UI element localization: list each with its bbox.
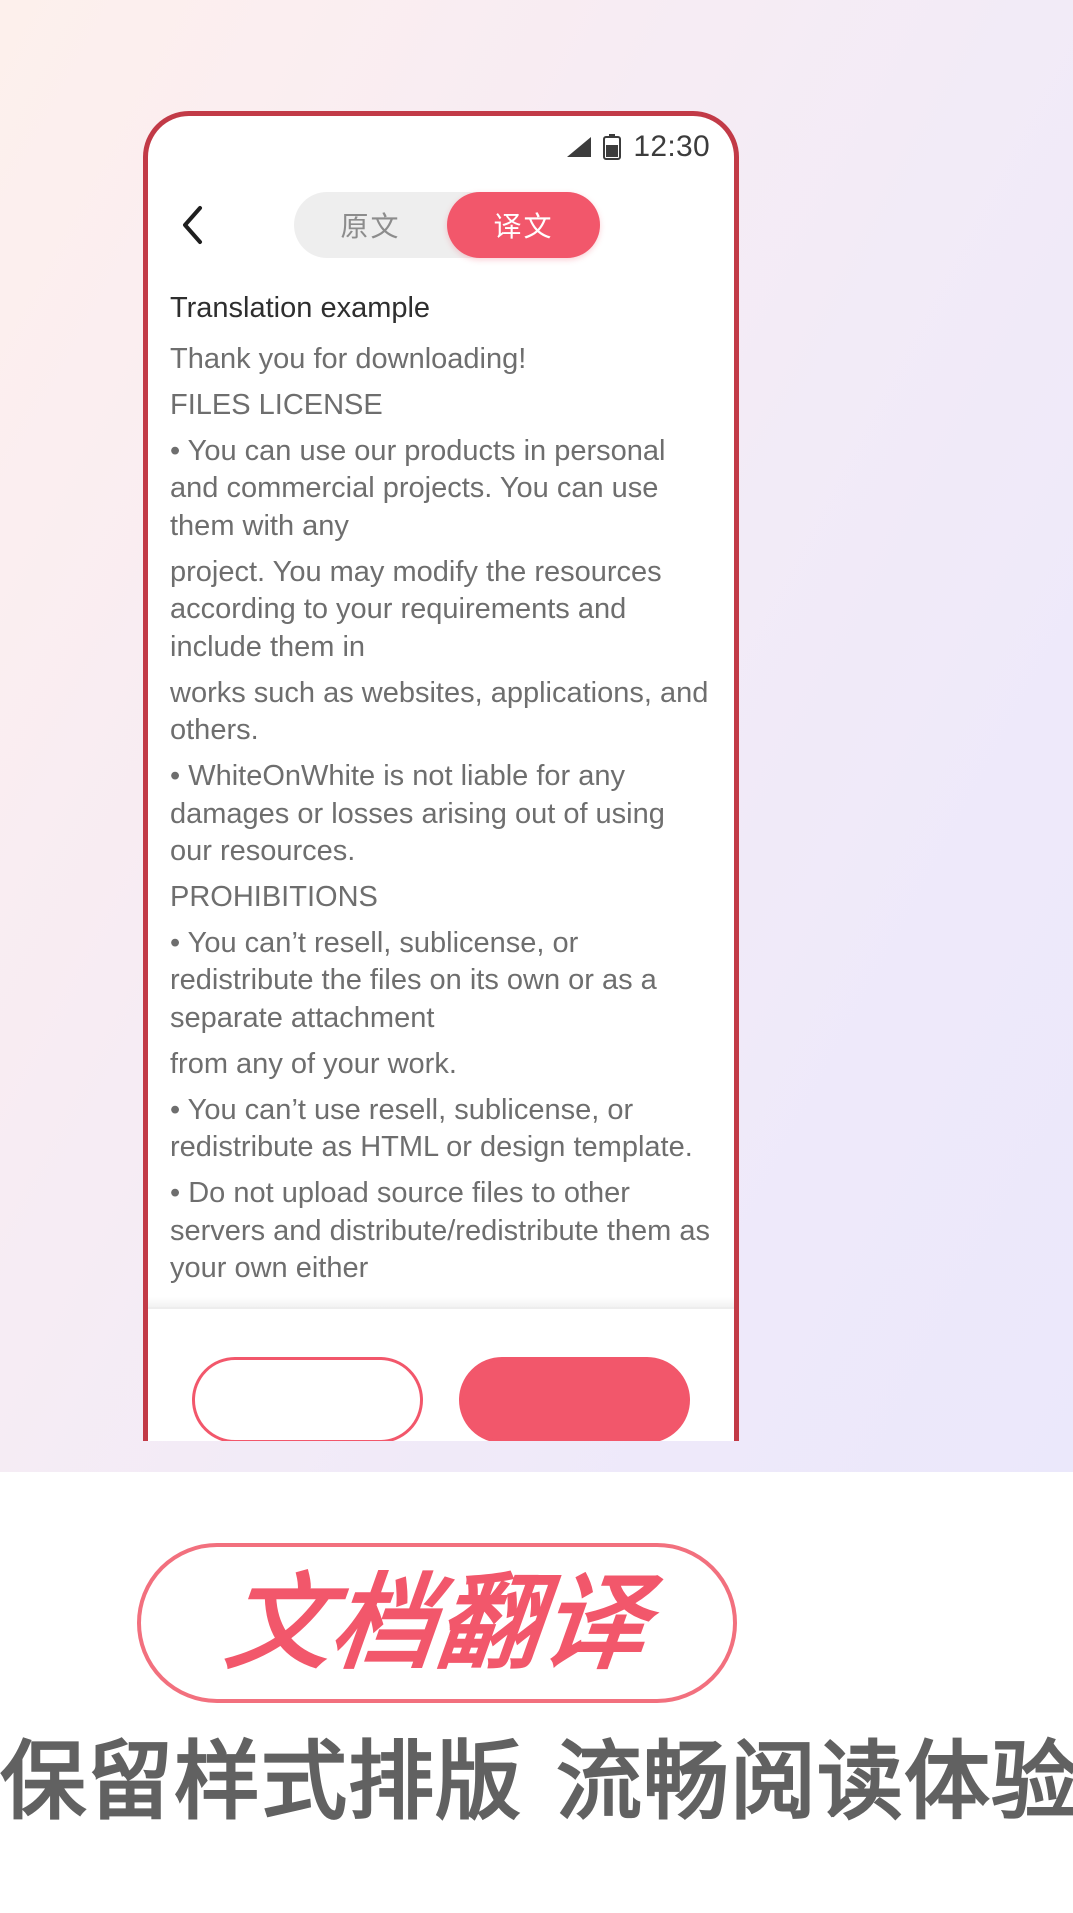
headline-text: 文档翻译	[220, 1562, 654, 1684]
battery-icon	[603, 134, 622, 160]
promo-canvas: 12:30 原文 译文 Translation example Thank yo…	[0, 0, 1073, 1913]
tab-original-text[interactable]: 原文	[294, 192, 447, 258]
tab-translated-text[interactable]: 译文	[447, 192, 600, 258]
back-button[interactable]	[170, 202, 216, 248]
document-paragraph: • You can’t resell, sublicense, or redis…	[170, 926, 665, 1035]
document-paragraph: FILES LICENSE	[170, 388, 383, 421]
phone-mockup-frame: 12:30 原文 译文 Translation example Thank yo…	[143, 111, 739, 1441]
document-action-bar	[148, 1307, 734, 1441]
document-title: Translation example	[170, 292, 431, 324]
document-paragraph: • You can use our products in personal a…	[170, 434, 674, 542]
tagline-left: 保留样式排版	[0, 1732, 522, 1832]
secondary-action-button[interactable]	[192, 1357, 423, 1441]
tagline: 保留样式排版 流畅阅读体验	[0, 1734, 1073, 1830]
status-bar: 12:30	[148, 116, 734, 178]
document-scroll-area[interactable]: Translation example Thank you for downlo…	[148, 272, 734, 1307]
headline-pill: 文档翻译	[137, 1543, 737, 1703]
document-paragraph: • You can’t use resell, sublicense, or r…	[170, 1093, 693, 1164]
nav-row: 原文 译文	[148, 178, 734, 272]
document-paragraph: • WhiteOnWhite is not liable for any dam…	[170, 760, 673, 868]
scroll-fade-overlay	[148, 1297, 734, 1307]
document-paragraph: Thank you for downloading!	[170, 343, 527, 376]
language-segmented-control[interactable]: 原文 译文	[294, 192, 600, 258]
primary-action-button[interactable]	[459, 1357, 690, 1441]
document-paragraph: • Do not upload source files to other se…	[170, 1176, 719, 1285]
document-paragraph: from any of your work.	[170, 1047, 457, 1080]
document-paragraph: project. You may modify the resources ac…	[170, 555, 670, 663]
status-bar-time: 12:30	[633, 130, 710, 163]
chevron-left-icon	[181, 205, 205, 245]
signal-bars-icon	[565, 136, 592, 158]
tagline-right: 流畅阅读体验	[556, 1732, 1073, 1832]
document-paragraph: PROHIBITIONS	[170, 881, 378, 914]
document-paragraph: works such as websites, applications, an…	[170, 676, 717, 747]
